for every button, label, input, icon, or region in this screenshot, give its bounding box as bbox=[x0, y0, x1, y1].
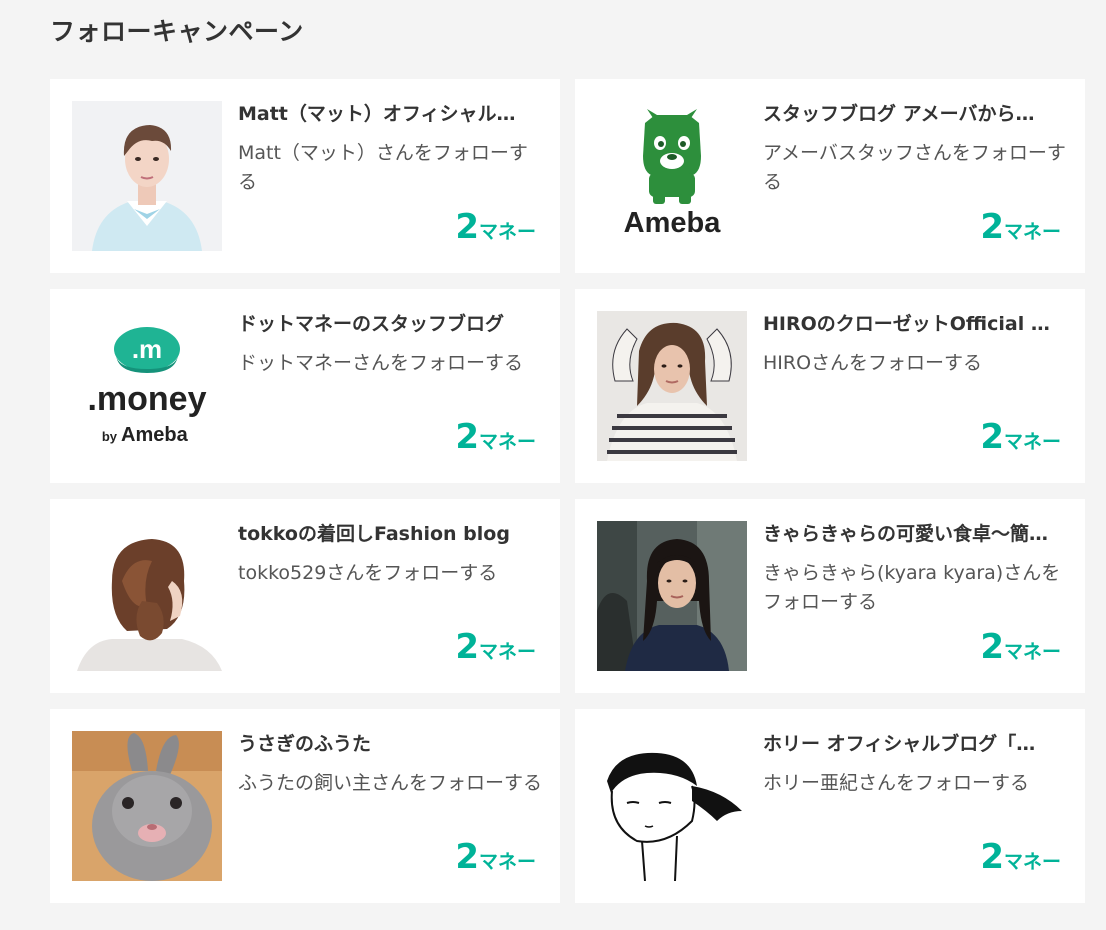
dotmoney-by-text: by bbox=[102, 429, 118, 444]
reward-amount: 2 bbox=[980, 417, 1004, 457]
page-title: フォローキャンペーン bbox=[50, 17, 304, 46]
campaign-card-fuuta[interactable]: うさぎのふうた ふうたの飼い主さんをフォローする 2マネー bbox=[50, 709, 560, 903]
kyara-thumbnail[interactable] bbox=[597, 521, 747, 671]
campaign-title[interactable]: スタッフブログ アメーバから… bbox=[763, 101, 1063, 127]
campaign-card-tokko[interactable]: tokkoの着回しFashion blog tokko529さんをフォローする … bbox=[50, 499, 560, 693]
campaign-title[interactable]: うさぎのふうた bbox=[238, 731, 538, 757]
campaign-card-dotmoney[interactable]: .m .money by Ameba ドットマネーのスタッフブログ ドットマネー… bbox=[50, 289, 560, 483]
campaign-title[interactable]: tokkoの着回しFashion blog bbox=[238, 521, 538, 547]
campaign-description: HIROさんをフォローする bbox=[763, 352, 983, 374]
reward-amount: 2 bbox=[980, 837, 1004, 877]
campaign-description: ホリー亜紀さんをフォローする bbox=[763, 772, 1030, 794]
reward-amount: 2 bbox=[980, 207, 1004, 247]
ameba-logo-thumbnail[interactable]: Ameba bbox=[597, 101, 747, 251]
reward-amount: 2 bbox=[980, 627, 1004, 667]
reward-badge: 2マネー bbox=[455, 837, 536, 877]
reward-unit: マネー bbox=[1003, 221, 1061, 243]
campaign-card-kyara[interactable]: きゃらきゃらの可愛い食卓～簡… きゃらきゃら(kyara kyara)さんをフォ… bbox=[575, 499, 1085, 693]
dotmoney-sub-text: Ameba bbox=[121, 424, 189, 446]
campaign-grid: Matt（マット）オフィシャル… Matt（マット）さんをフォローする 2マネー… bbox=[50, 79, 1085, 903]
campaign-description: ドットマネーさんをフォローする bbox=[238, 352, 524, 374]
matt-thumbnail[interactable] bbox=[72, 101, 222, 251]
campaign-description: きゃらきゃら(kyara kyara)さんをフォローする bbox=[763, 562, 1061, 613]
campaign-card-hiro[interactable]: HIROのクローゼットOfficial … HIROさんをフォローする 2マネー bbox=[575, 289, 1085, 483]
reward-unit: マネー bbox=[478, 431, 536, 453]
reward-badge: 2マネー bbox=[455, 207, 536, 247]
reward-unit: マネー bbox=[1003, 641, 1061, 663]
campaign-card-matt[interactable]: Matt（マット）オフィシャル… Matt（マット）さんをフォローする 2マネー bbox=[50, 79, 560, 273]
campaign-title[interactable]: きゃらきゃらの可愛い食卓～簡… bbox=[763, 521, 1063, 547]
campaign-title[interactable]: ホリー オフィシャルブログ「… bbox=[763, 731, 1063, 757]
campaign-description: ふうたの飼い主さんをフォローする bbox=[238, 772, 543, 794]
ameba-logo-text: Ameba bbox=[624, 207, 722, 239]
reward-badge: 2マネー bbox=[980, 207, 1061, 247]
reward-badge: 2マネー bbox=[980, 837, 1061, 877]
reward-badge: 2マネー bbox=[980, 627, 1061, 667]
campaign-description: Matt（マット）さんをフォローする bbox=[238, 142, 528, 193]
campaign-description: アメーバスタッフさんをフォローする bbox=[763, 142, 1066, 193]
reward-amount: 2 bbox=[455, 207, 479, 247]
holly-thumbnail[interactable] bbox=[597, 731, 747, 881]
reward-badge: 2マネー bbox=[980, 417, 1061, 457]
reward-unit: マネー bbox=[478, 641, 536, 663]
dotmoney-mark: .m bbox=[132, 334, 162, 364]
reward-badge: 2マネー bbox=[455, 417, 536, 457]
reward-unit: マネー bbox=[478, 221, 536, 243]
campaign-title[interactable]: Matt（マット）オフィシャル… bbox=[238, 101, 538, 127]
reward-amount: 2 bbox=[455, 417, 479, 457]
reward-badge: 2マネー bbox=[455, 627, 536, 667]
reward-amount: 2 bbox=[455, 627, 479, 667]
reward-unit: マネー bbox=[1003, 851, 1061, 873]
reward-amount: 2 bbox=[455, 837, 479, 877]
reward-unit: マネー bbox=[1003, 431, 1061, 453]
rabbit-thumbnail[interactable] bbox=[72, 731, 222, 881]
dotmoney-logo-text: .money bbox=[87, 380, 206, 418]
campaign-card-ameba-staff[interactable]: Ameba スタッフブログ アメーバから… アメーバスタッフさんをフォローする … bbox=[575, 79, 1085, 273]
campaign-title[interactable]: HIROのクローゼットOfficial … bbox=[763, 311, 1063, 337]
dotmoney-logo-thumbnail[interactable]: .m .money by Ameba bbox=[72, 311, 222, 461]
tokko-thumbnail[interactable] bbox=[72, 521, 222, 671]
campaign-card-holly[interactable]: ホリー オフィシャルブログ「… ホリー亜紀さんをフォローする 2マネー bbox=[575, 709, 1085, 903]
reward-unit: マネー bbox=[478, 851, 536, 873]
hiro-thumbnail[interactable] bbox=[597, 311, 747, 461]
campaign-description: tokko529さんをフォローする bbox=[238, 562, 498, 584]
campaign-title[interactable]: ドットマネーのスタッフブログ bbox=[238, 311, 538, 337]
